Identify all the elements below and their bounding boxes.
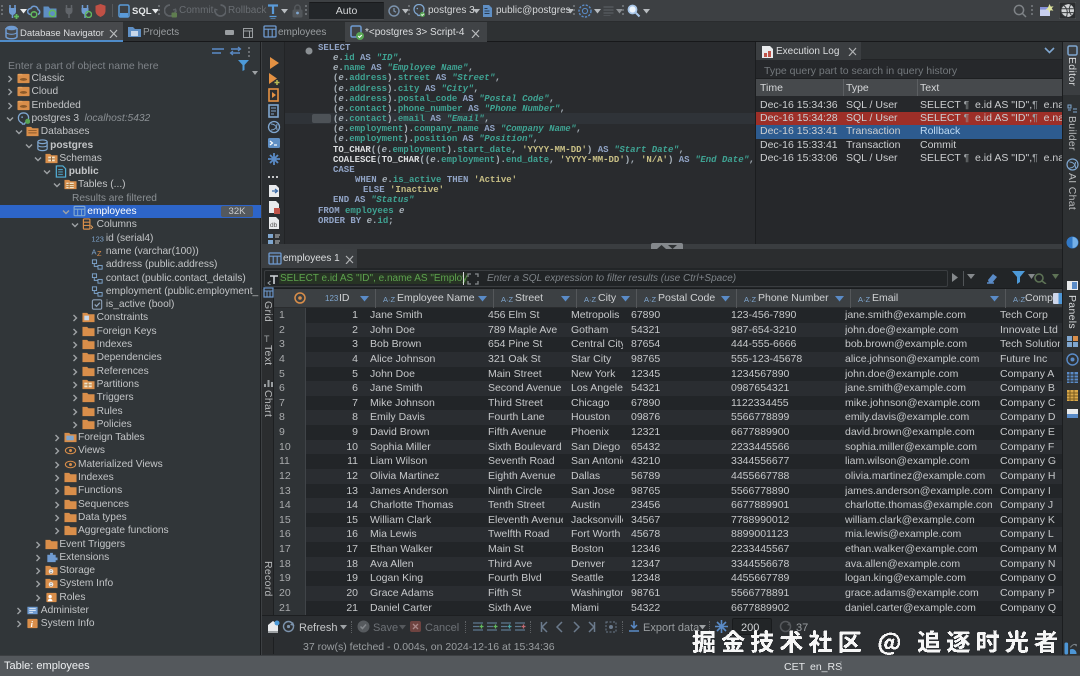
svg-text:A: A xyxy=(92,247,97,256)
svg-text:123: 123 xyxy=(92,234,104,243)
svg-text:T: T xyxy=(264,334,270,344)
svg-text:Z: Z xyxy=(97,249,102,258)
svg-text:db: db xyxy=(270,222,278,229)
